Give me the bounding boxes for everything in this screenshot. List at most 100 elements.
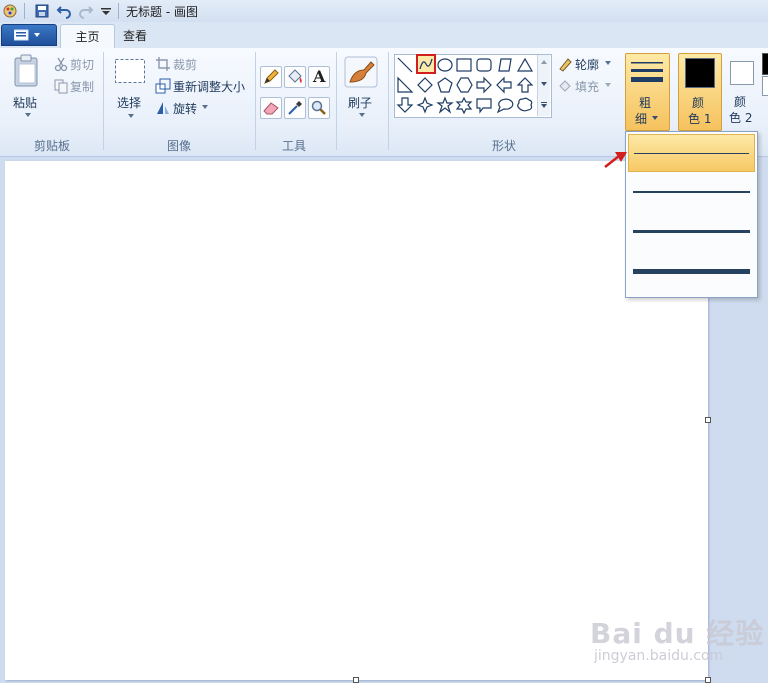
text-icon: A: [313, 67, 326, 86]
watermark-logo: Bai du 经验: [590, 617, 765, 650]
size-button[interactable]: 粗 细: [625, 53, 670, 131]
size-option-5px[interactable]: [628, 214, 755, 252]
save-icon[interactable]: [34, 3, 50, 19]
fill-icon: [559, 80, 571, 92]
resize-icon: [155, 78, 171, 94]
outline-button[interactable]: 轮廓: [575, 56, 599, 73]
outline-icon: [559, 58, 572, 72]
color2-label-line2: 色 2: [729, 111, 753, 125]
color1-swatch: [685, 58, 715, 88]
rectangular-callout-shape-icon[interactable]: [476, 98, 492, 114]
size-dropdown-arrow-icon: [652, 116, 658, 120]
resize-button[interactable]: 重新调整大小: [173, 78, 245, 95]
file-menu-button[interactable]: [1, 24, 57, 46]
rotate-button[interactable]: 旋转: [173, 100, 197, 117]
rotate-dropdown-arrow-icon[interactable]: [201, 104, 209, 110]
five-point-star-shape-icon[interactable]: [436, 96, 454, 114]
right-arrow-shape-icon[interactable]: [476, 76, 492, 94]
watermark-url: jingyan.baidu.com: [594, 648, 724, 664]
text-tool[interactable]: A: [308, 66, 330, 88]
tab-view[interactable]: 查看: [113, 24, 157, 48]
paste-button[interactable]: 粘贴: [13, 94, 37, 111]
paint-app-icon[interactable]: [2, 3, 18, 19]
oval-shape-icon[interactable]: [437, 58, 453, 72]
rectangle-shape-icon[interactable]: [456, 58, 472, 72]
brushes-dropdown-arrow-icon[interactable]: [358, 112, 366, 118]
ribbon-tab-row: 主页 查看: [0, 22, 768, 49]
fill-tool[interactable]: [284, 66, 306, 88]
clipboard-group-label: 剪贴板: [33, 139, 70, 153]
right-triangle-shape-icon[interactable]: [397, 76, 414, 93]
pencil-tool[interactable]: [260, 66, 282, 88]
fill-button[interactable]: 填充: [575, 78, 599, 95]
oval-callout-shape-icon[interactable]: [496, 98, 514, 114]
paste-icon[interactable]: [12, 54, 42, 88]
file-menu-icon: [14, 29, 40, 41]
rounded-rectangle-shape-icon[interactable]: [476, 58, 492, 72]
canvas-resize-handle-right[interactable]: [705, 417, 711, 423]
rotate-icon: [157, 102, 169, 114]
shapes-group-label: 形状: [491, 139, 516, 153]
customize-toolbar-icon[interactable]: [98, 3, 114, 19]
size-option-8px[interactable]: [628, 254, 755, 292]
canvas-resize-handle-corner[interactable]: [705, 677, 711, 683]
down-arrow-shape-icon[interactable]: [396, 97, 414, 113]
color2-label-line1: 颜: [734, 95, 747, 109]
scissors-icon: [54, 57, 68, 72]
size-option-1px[interactable]: [628, 134, 755, 172]
undo-icon[interactable]: [56, 3, 72, 19]
palette-color-black[interactable]: [762, 53, 768, 75]
color2-swatch: [730, 61, 754, 85]
color-picker-tool[interactable]: [284, 97, 306, 119]
paste-dropdown-arrow-icon[interactable]: [24, 112, 32, 118]
crop-icon: [156, 57, 170, 71]
eraser-tool[interactable]: [260, 97, 282, 119]
window-title: 无标题 - 画图: [126, 5, 198, 19]
line-shape-icon[interactable]: [397, 57, 413, 73]
four-point-star-shape-icon[interactable]: [416, 96, 434, 114]
up-arrow-shape-icon[interactable]: [516, 77, 534, 93]
curve-shape-icon: [419, 58, 433, 70]
drawing-canvas[interactable]: [5, 161, 708, 680]
brush-icon[interactable]: [344, 56, 378, 88]
shapes-gallery-scroll[interactable]: [537, 55, 550, 116]
copy-button[interactable]: 复制: [70, 78, 94, 95]
paint-bucket-icon: [288, 69, 302, 83]
fill-dropdown-arrow-icon[interactable]: [604, 82, 612, 88]
palette-color-white[interactable]: [762, 76, 768, 96]
cut-button[interactable]: 剪切: [70, 56, 94, 73]
six-point-star-shape-icon[interactable]: [455, 96, 473, 115]
brushes-button[interactable]: 刷子: [348, 94, 372, 111]
gallery-expand-icon[interactable]: [540, 101, 548, 109]
canvas-resize-handle-bottom[interactable]: [353, 677, 359, 683]
annotation-arrow-icon: [604, 152, 627, 168]
diamond-shape-icon[interactable]: [417, 77, 433, 93]
color1-label-line2: 色 1: [688, 112, 712, 126]
crop-button[interactable]: 裁剪: [173, 56, 197, 73]
redo-icon[interactable]: [78, 3, 94, 19]
eraser-icon: [263, 102, 279, 115]
triangle-shape-icon[interactable]: [516, 57, 534, 72]
magnifier-tool[interactable]: [308, 97, 330, 119]
size-option-3px[interactable]: [628, 174, 755, 212]
pentagon-shape-icon[interactable]: [437, 77, 453, 93]
select-button[interactable]: 选择: [117, 94, 141, 111]
color1-button[interactable]: 颜 色 1: [678, 53, 722, 131]
cloud-callout-shape-icon[interactable]: [517, 97, 533, 112]
pencil-icon: [264, 69, 279, 84]
polygon-shape-icon[interactable]: [498, 58, 512, 72]
copy-icon: [54, 79, 68, 94]
outline-dropdown-arrow-icon[interactable]: [604, 60, 612, 66]
select-icon[interactable]: [114, 58, 146, 84]
magnifier-icon: [311, 100, 326, 115]
tab-home[interactable]: 主页: [60, 24, 115, 49]
gallery-up-arrow-icon[interactable]: [540, 59, 548, 65]
color2-button[interactable]: 颜 色 2: [724, 53, 760, 129]
tools-group-label: 工具: [281, 139, 306, 153]
left-arrow-shape-icon[interactable]: [496, 76, 512, 94]
curve-shape-selected[interactable]: [416, 54, 436, 74]
gallery-down-arrow-icon[interactable]: [540, 81, 548, 87]
size-label-line1: 粗: [639, 96, 652, 110]
select-dropdown-arrow-icon[interactable]: [127, 113, 135, 119]
hexagon-shape-icon[interactable]: [456, 77, 473, 93]
